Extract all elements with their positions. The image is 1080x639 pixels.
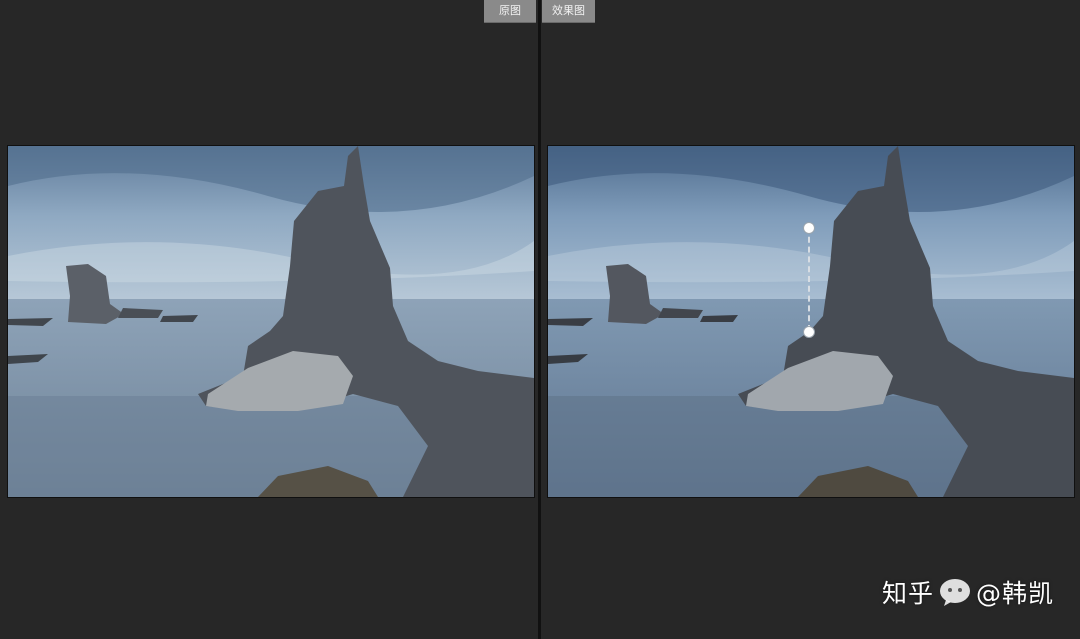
watermark: 知乎 @韩凯 (882, 572, 1054, 612)
gradient-handle-top[interactable] (803, 222, 815, 234)
split-divider[interactable] (538, 0, 541, 639)
chat-bubble-icon (938, 577, 972, 607)
gradient-guide-line (808, 227, 810, 331)
watermark-author: @韩凯 (976, 579, 1055, 608)
tab-result[interactable]: 效果图 (542, 0, 595, 23)
tab-original[interactable]: 原图 (484, 0, 536, 23)
original-photo (7, 145, 535, 498)
result-photo (547, 145, 1075, 498)
gradient-handle-bottom[interactable] (803, 326, 815, 338)
watermark-platform: 知乎 (882, 579, 935, 608)
